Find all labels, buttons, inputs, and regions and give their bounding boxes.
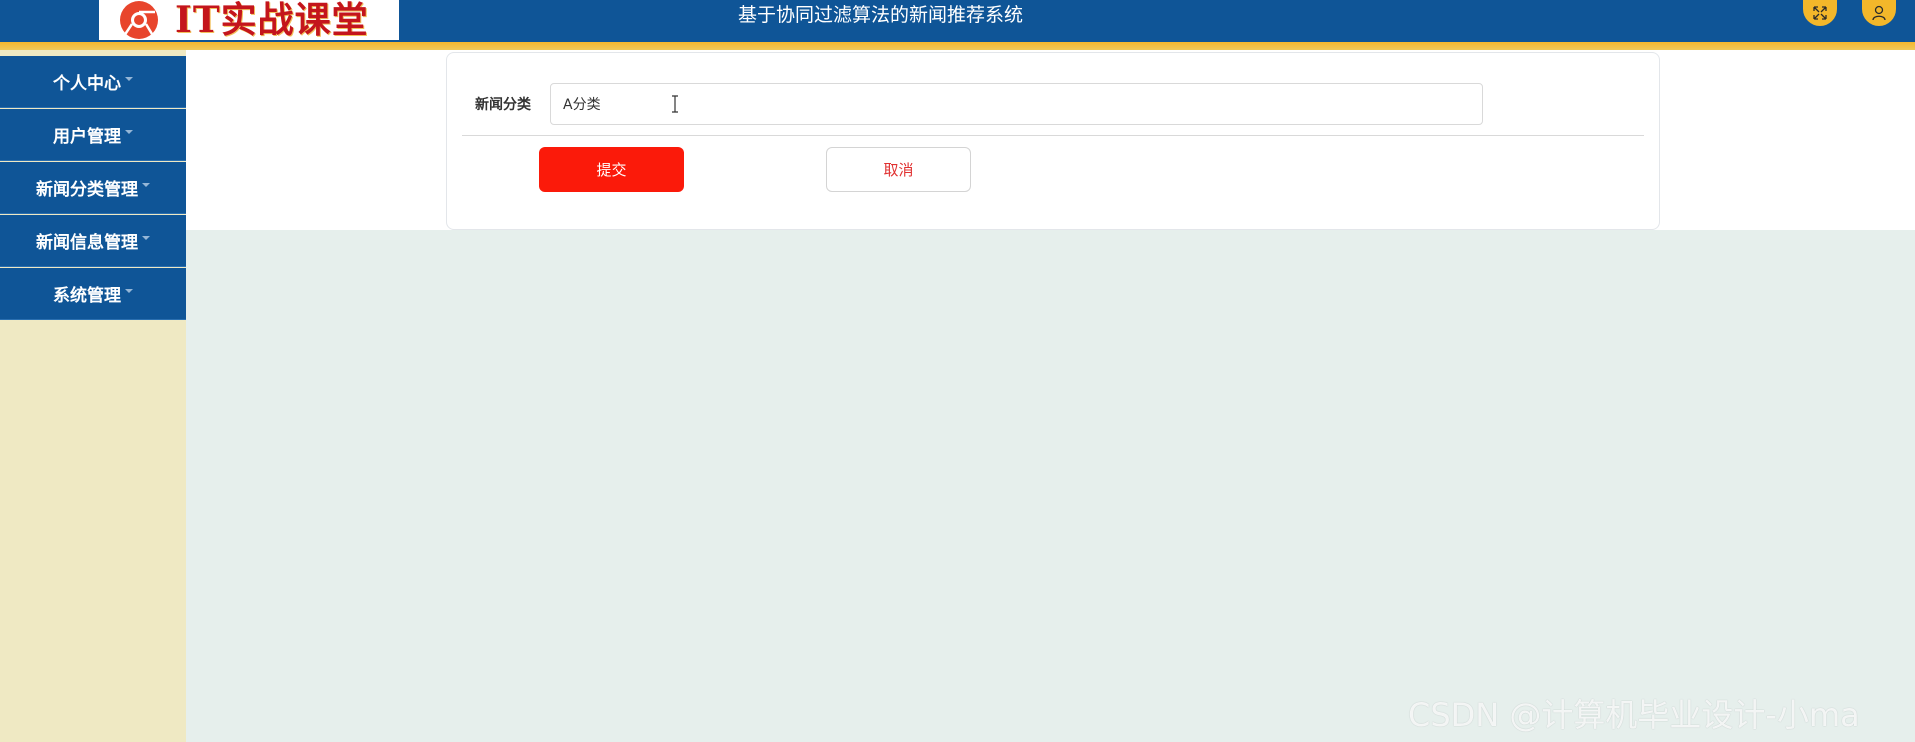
category-field-label: 新闻分类 xyxy=(475,97,531,113)
logo: IT实战课堂 xyxy=(99,0,399,40)
user-icon xyxy=(1872,5,1886,21)
sidebar-item-user-management[interactable]: 用户管理 xyxy=(0,109,186,161)
app-title: 基于协同过滤算法的新闻推荐系统 xyxy=(738,4,1024,26)
sidebar: 个人中心 用户管理 新闻分类管理 新闻信息管理 系统管理 xyxy=(0,50,186,742)
text-cursor-icon xyxy=(672,95,678,113)
category-form xyxy=(446,52,1660,230)
sidebar-item-news-category-management[interactable]: 新闻分类管理 xyxy=(0,162,186,214)
logo-icon xyxy=(120,1,158,39)
sidebar-item-label: 新闻分类管理 xyxy=(36,180,138,200)
sidebar-item-system-management[interactable]: 系统管理 xyxy=(0,268,186,320)
caret-down-icon xyxy=(125,76,133,81)
submit-button[interactable]: 提交 xyxy=(539,147,684,192)
fullscreen-button[interactable] xyxy=(1803,0,1837,26)
sidebar-item-label: 个人中心 xyxy=(53,74,121,94)
caret-down-icon xyxy=(142,182,150,187)
sidebar-item-news-info-management[interactable]: 新闻信息管理 xyxy=(0,215,186,267)
sidebar-item-label: 用户管理 xyxy=(53,127,121,147)
logo-text: IT实战课堂 xyxy=(175,0,369,40)
sidebar-item-label: 系统管理 xyxy=(53,286,121,306)
top-header: IT实战课堂 基于协同过滤算法的新闻推荐系统 xyxy=(0,0,1915,42)
sidebar-item-label: 新闻信息管理 xyxy=(36,233,138,253)
caret-down-icon xyxy=(125,288,133,293)
form-divider xyxy=(462,135,1644,136)
fullscreen-icon xyxy=(1813,6,1827,20)
category-input[interactable] xyxy=(550,83,1483,125)
caret-down-icon xyxy=(142,235,150,240)
cancel-button[interactable]: 取消 xyxy=(826,147,971,192)
sidebar-item-personal-center[interactable]: 个人中心 xyxy=(0,56,186,108)
caret-down-icon xyxy=(125,129,133,134)
header-stripe xyxy=(0,42,1915,50)
user-button[interactable] xyxy=(1862,0,1896,26)
watermark: CSDN @计算机毕业设计-小ma xyxy=(1408,696,1860,734)
